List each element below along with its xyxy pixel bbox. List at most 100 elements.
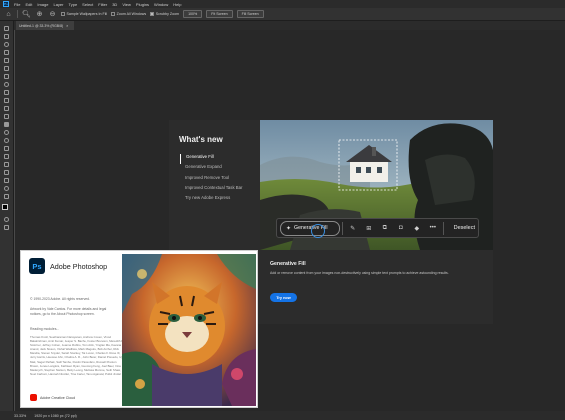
whats-new-item-remove-tool[interactable]: Improved Remove Tool	[180, 175, 242, 185]
brush-tool-icon[interactable]	[2, 89, 11, 96]
eyedropper-tool-icon[interactable]	[2, 73, 11, 80]
artwork-credit: Artwork by Vale Cantos. For more details…	[30, 307, 107, 316]
divider	[342, 221, 343, 235]
crop-tool-icon[interactable]	[2, 57, 11, 64]
document-tab-label: Untitled-1 @ 33.3% (RGB/8)	[19, 23, 64, 28]
zoom-100-button[interactable]: 100%	[183, 10, 203, 18]
whats-new-sidebar: What's new Generative Fill Generative Ex…	[169, 120, 261, 250]
divider	[442, 221, 444, 235]
rectangle-tool-icon[interactable]	[2, 169, 11, 176]
frame-tool-icon[interactable]	[2, 65, 11, 72]
zoom-in-icon[interactable]: ⊕	[35, 10, 44, 19]
quick-mask-icon[interactable]	[2, 216, 11, 223]
screen-mode-icon[interactable]	[2, 224, 11, 231]
status-bar: 33.33% 1920 px x 1080 px (72 ppi)	[0, 411, 565, 420]
creative-cloud-badge: Adobe Creative Cloud	[30, 394, 75, 401]
path-selection-tool-icon[interactable]	[2, 161, 11, 168]
splash-artwork	[122, 254, 256, 406]
gradient-tool-icon[interactable]	[2, 121, 11, 128]
clone-stamp-tool-icon[interactable]	[2, 97, 11, 104]
menu-window[interactable]: Window	[154, 2, 168, 7]
whats-new-item-adobe-express[interactable]: Try new Adobe Express	[180, 195, 242, 205]
loading-status: Reading modules...	[30, 327, 60, 331]
deselect-button[interactable]: Deselect	[454, 225, 475, 231]
marquee-tool-icon[interactable]	[2, 33, 11, 40]
sparkle-icon: ✦	[286, 225, 292, 232]
whats-new-list: Generative Fill Generative Expand Improv…	[180, 154, 242, 205]
document-tab[interactable]: Untitled-1 @ 33.3% (RGB/8) ×	[16, 21, 74, 30]
checkbox-box	[111, 12, 116, 16]
feature-description: Add or remove content from your images n…	[270, 271, 449, 275]
menu-view[interactable]: View	[122, 2, 131, 7]
divider	[17, 10, 18, 18]
tools-panel	[0, 21, 14, 411]
zoom-tool-icon[interactable]	[2, 185, 11, 192]
menu-plugins[interactable]: Plugins	[136, 2, 149, 7]
pen-tool-icon[interactable]	[2, 145, 11, 152]
copyright-text: © 1990-2023 Adobe. All rights reserved.	[30, 297, 90, 301]
checkbox-label: Sample Wallpapers In Fill	[66, 12, 108, 16]
close-icon[interactable]: ×	[66, 24, 68, 28]
whats-new-item-generative-expand[interactable]: Generative Expand	[180, 164, 242, 174]
zoom-level[interactable]: 33.33%	[14, 414, 26, 418]
more-icon[interactable]: •••	[425, 220, 441, 236]
checkbox-label: Zoom All Windows	[116, 12, 147, 16]
dodge-tool-icon[interactable]	[2, 137, 11, 144]
menu-type[interactable]: Type	[69, 2, 78, 7]
checkbox-box	[150, 12, 155, 16]
lasso-tool-icon[interactable]	[2, 41, 11, 48]
fill-screen-button[interactable]: Fill Screen	[236, 10, 264, 18]
home-icon[interactable]: ⌂	[4, 10, 13, 19]
menu-layer[interactable]: Layer	[53, 2, 63, 7]
move-tool-icon[interactable]	[2, 25, 11, 32]
object-selection-tool-icon[interactable]	[2, 49, 11, 56]
menu-bar: Ps File Edit Image Layer Type Select Fil…	[0, 0, 565, 8]
feature-title: Generative Fill	[270, 261, 306, 267]
menu-file[interactable]: File	[14, 2, 20, 7]
creative-cloud-label: Adobe Creative Cloud	[40, 395, 76, 400]
transform-icon[interactable]: ⊞	[361, 220, 377, 236]
zoom-all-windows-checkbox[interactable]: Zoom All Windows	[111, 12, 146, 16]
photoshop-app-icon[interactable]: Ps	[3, 1, 9, 7]
fill-icon[interactable]: ◆	[409, 220, 425, 236]
brush-icon[interactable]: ✎	[345, 220, 361, 236]
scrubby-zoom-checkbox[interactable]: Scrubby Zoom	[150, 12, 179, 16]
whats-new-item-generative-fill[interactable]: Generative Fill	[180, 154, 242, 165]
menu-3d[interactable]: 3D	[112, 2, 117, 7]
zoom-tool-icon[interactable]: 🔍︎	[22, 10, 31, 19]
creative-cloud-icon	[30, 394, 37, 401]
crop-icon[interactable]: ⧉	[377, 220, 393, 236]
menu-image[interactable]: Image	[37, 2, 48, 7]
menu-help[interactable]: Help	[173, 2, 181, 7]
more-tools-icon[interactable]	[2, 193, 11, 200]
product-name: Adobe Photoshop	[50, 262, 108, 271]
menu-filter[interactable]: Filter	[98, 2, 107, 7]
document-info[interactable]: 1920 px x 1080 px (72 ppi)	[34, 414, 77, 418]
type-tool-icon[interactable]	[2, 153, 11, 160]
document-tab-bar: Untitled-1 @ 33.3% (RGB/8) ×	[14, 21, 565, 30]
contributors-list: Thomas Knoll, Seetharaman Narayanan, And…	[30, 335, 124, 376]
checkbox-box	[61, 12, 65, 16]
mask-icon[interactable]: ◘	[393, 220, 409, 236]
click-indicator	[311, 223, 325, 238]
contextual-task-bar: ✦ Generative Fill ✎ ⊞ ⧉ ◘ ◆ ••• Deselect	[276, 218, 479, 238]
splash-screen: Ps Adobe Photoshop © 1990-2023 Adobe. Al…	[20, 250, 258, 408]
whats-new-title: What's new	[179, 135, 223, 144]
history-brush-tool-icon[interactable]	[2, 105, 11, 112]
zoom-out-icon[interactable]: ⊖	[48, 10, 57, 19]
whats-new-item-contextual-task-bar[interactable]: Improved Contextual Task Bar	[180, 185, 242, 195]
healing-brush-tool-icon[interactable]	[2, 81, 11, 88]
photoshop-logo: Ps	[29, 258, 45, 274]
menu-select[interactable]: Select	[82, 2, 93, 7]
hand-tool-icon[interactable]	[2, 177, 11, 184]
color-swatches[interactable]	[1, 204, 12, 215]
feature-details: Generative Fill Add or remove content fr…	[260, 250, 493, 324]
resize-windows-checkbox[interactable]: Sample Wallpapers In Fill	[61, 12, 107, 16]
try-now-button[interactable]: Try now	[270, 293, 297, 302]
blur-tool-icon[interactable]	[2, 129, 11, 136]
menu-edit[interactable]: Edit	[25, 2, 32, 7]
foreground-color-swatch[interactable]	[1, 204, 8, 210]
generative-fill-button[interactable]: ✦ Generative Fill	[280, 220, 340, 238]
eraser-tool-icon[interactable]	[2, 113, 11, 120]
fit-screen-button[interactable]: Fit Screen	[206, 10, 233, 18]
